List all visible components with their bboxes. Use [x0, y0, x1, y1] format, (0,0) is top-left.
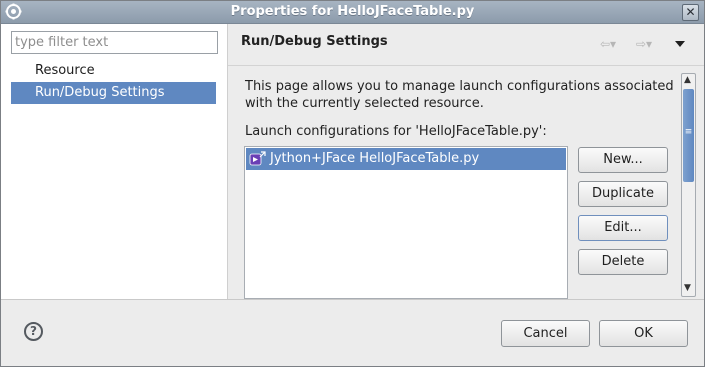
delete-button[interactable]: Delete: [578, 249, 668, 275]
header-divider: [228, 65, 704, 66]
window-title: Properties for HelloJFaceTable.py: [230, 4, 475, 19]
list-item-label: Jython+JFace HelloJFaceTable.py: [270, 151, 480, 166]
ok-button[interactable]: OK: [599, 320, 688, 347]
help-icon[interactable]: ?: [24, 322, 43, 341]
launch-config-label: Launch configurations for 'HelloJFaceTab…: [245, 124, 547, 139]
page-description: This page allows you to manage launch co…: [245, 79, 674, 111]
title-bar: Properties for HelloJFaceTable.py ✕: [1, 1, 704, 24]
nav-item-run-debug-settings[interactable]: Run/Debug Settings: [11, 82, 216, 104]
duplicate-button[interactable]: Duplicate: [578, 181, 668, 207]
scroll-down-icon[interactable]: ▼: [681, 281, 694, 296]
grip-icon: ≡: [684, 127, 693, 137]
page-title: Run/Debug Settings: [241, 34, 388, 49]
filter-input[interactable]: [11, 31, 218, 54]
close-icon[interactable]: ✕: [682, 4, 699, 21]
launch-config-list[interactable]: Jython+JFace HelloJFaceTable.py: [244, 146, 568, 299]
list-item[interactable]: Jython+JFace HelloJFaceTable.py: [246, 148, 566, 170]
scroll-up-icon[interactable]: ▲: [681, 73, 694, 88]
back-arrow-icon[interactable]: ⇦▾: [600, 37, 616, 51]
footer-divider: [1, 299, 704, 300]
nav-item-label: Resource: [35, 63, 95, 78]
new-button[interactable]: New...: [578, 147, 668, 173]
cancel-button[interactable]: Cancel: [501, 320, 590, 347]
view-menu-icon[interactable]: [675, 41, 685, 47]
jython-launch-icon: [249, 151, 266, 166]
edit-button[interactable]: Edit...: [578, 215, 668, 241]
forward-arrow-icon[interactable]: ⇨▾: [636, 37, 652, 51]
nav-item-label: Run/Debug Settings: [35, 85, 165, 100]
nav-item-resource[interactable]: Resource: [11, 60, 216, 82]
